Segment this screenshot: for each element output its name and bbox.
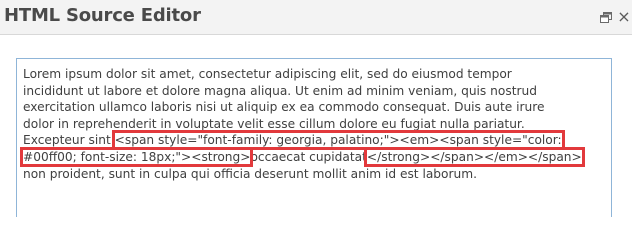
highlighted-closing-tags: </strong></span></em></span> [363, 146, 585, 167]
source-text: Excepteur sint [23, 133, 115, 148]
close-icon[interactable]: × [616, 8, 632, 26]
source-line: Excepteur sint <span style="font-family:… [23, 130, 607, 151]
source-code-textarea[interactable]: Lorem ipsum dolor sit amet, consectetur … [16, 58, 612, 217]
source-code-content: Lorem ipsum dolor sit amet, consectetur … [19, 66, 607, 182]
source-line: #00ff00; font-size: 18px;"><strong>occae… [19, 146, 607, 167]
restore-window-icon[interactable] [600, 12, 612, 23]
dialog-header: HTML Source Editor × [0, 0, 632, 35]
source-line: incididunt ut labore et dolore magna ali… [23, 83, 537, 98]
dialog-title: HTML Source Editor [4, 5, 201, 26]
source-line: exercitation ullamco laboris nisi ut ali… [23, 100, 545, 115]
highlighted-opening-tags: <span style="font-family: georgia, palat… [111, 130, 565, 151]
html-source-editor-dialog: HTML Source Editor × Lorem ipsum dolor s… [0, 0, 632, 217]
source-line: dolor in reprehenderit in voluptate veli… [23, 116, 525, 131]
source-line: non proident, sunt in culpa qui officia … [23, 166, 477, 181]
highlighted-style-continuation: #00ff00; font-size: 18px;"><strong> [19, 146, 254, 167]
source-line: Lorem ipsum dolor sit amet, consectetur … [23, 67, 512, 81]
source-text: occaecat cupidatat [250, 149, 367, 164]
